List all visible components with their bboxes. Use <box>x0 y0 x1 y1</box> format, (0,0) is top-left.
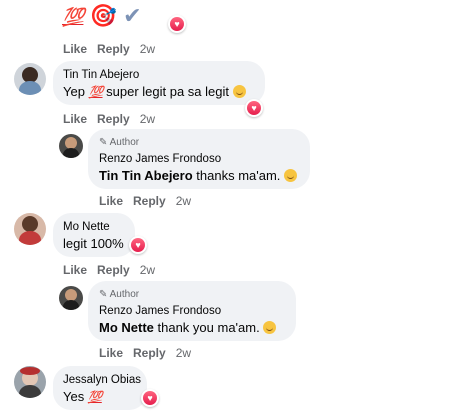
commenter-name[interactable]: Renzo James Frondoso <box>99 153 221 165</box>
timestamp[interactable]: 2w <box>140 263 155 277</box>
target-emoji: 🎯 <box>89 4 117 29</box>
hundred-emoji: 💯 <box>87 390 103 404</box>
reply-button[interactable]: Reply <box>133 346 166 360</box>
reply-button[interactable]: Reply <box>97 42 130 56</box>
smile-emoji <box>263 321 277 334</box>
reply-text: Tin Tin Abejero thanks ma'am. <box>99 168 298 183</box>
top-comment-emojis: 💯 🎯 ✔ <box>62 2 142 32</box>
author-badge: ✎ Author <box>99 289 139 300</box>
comment-text-part: Yep <box>63 84 89 99</box>
like-button[interactable]: Like <box>63 112 87 126</box>
comment-text: Yep 💯 super legit pa sa legit <box>63 84 246 99</box>
reply-text-part: thanks ma'am. <box>192 168 285 183</box>
timestamp[interactable]: 2w <box>176 194 191 208</box>
reply-button[interactable]: Reply <box>97 112 130 126</box>
pencil-icon: ✎ <box>99 289 108 300</box>
commenter-name[interactable]: Jessalyn Obias <box>63 374 141 386</box>
reply-button[interactable]: Reply <box>133 194 166 208</box>
like-button[interactable]: Like <box>63 263 87 277</box>
commenter-name[interactable]: Mo Nette <box>63 221 110 233</box>
reply-text: Mo Nette thank you ma'am. <box>99 320 277 335</box>
mention-link[interactable]: Mo Nette <box>99 320 154 335</box>
love-reaction-icon[interactable]: ♥ <box>168 15 186 33</box>
comment-text: Yes 💯 <box>63 389 103 404</box>
avatar[interactable] <box>14 63 46 95</box>
comment-text-part: super legit pa sa legit <box>102 84 233 99</box>
love-reaction-icon[interactable]: ♥ <box>245 99 263 117</box>
avatar[interactable] <box>14 366 46 398</box>
commenter-name[interactable]: Renzo James Frondoso <box>99 305 221 317</box>
reply-actions: Like Reply 2w <box>99 346 191 360</box>
timestamp[interactable]: 2w <box>176 346 191 360</box>
love-reaction-icon[interactable]: ♥ <box>129 236 147 254</box>
like-button[interactable]: Like <box>63 42 87 56</box>
timestamp[interactable]: 2w <box>140 42 155 56</box>
comment-actions: Like Reply 2w <box>63 263 155 277</box>
reply-text-part: thank you ma'am. <box>153 320 264 335</box>
top-comment-actions: Like Reply 2w <box>63 42 155 56</box>
avatar[interactable] <box>14 213 46 245</box>
comment-text: legit 100% <box>63 236 124 251</box>
smile-emoji <box>284 169 298 182</box>
commenter-name[interactable]: Tin Tin Abejero <box>63 69 139 81</box>
author-badge: ✎ Author <box>99 137 139 148</box>
love-reaction-icon[interactable]: ♥ <box>141 389 159 407</box>
like-button[interactable]: Like <box>99 346 123 360</box>
avatar[interactable] <box>59 134 83 158</box>
mention-link[interactable]: Tin Tin Abejero <box>99 168 193 183</box>
pencil-icon: ✎ <box>99 137 108 148</box>
reply-actions: Like Reply 2w <box>99 194 191 208</box>
avatar[interactable] <box>59 286 83 310</box>
smile-emoji <box>232 85 246 98</box>
hundred-emoji: 💯 <box>62 7 84 28</box>
reply-button[interactable]: Reply <box>97 263 130 277</box>
author-label: Author <box>109 289 140 300</box>
check-emoji: ✔ <box>123 4 142 29</box>
comment-text-part: Yes <box>63 389 88 404</box>
timestamp[interactable]: 2w <box>140 112 155 126</box>
comment-actions: Like Reply 2w <box>63 112 155 126</box>
like-button[interactable]: Like <box>99 194 123 208</box>
author-label: Author <box>109 137 140 148</box>
hundred-emoji: 💯 <box>88 85 104 99</box>
